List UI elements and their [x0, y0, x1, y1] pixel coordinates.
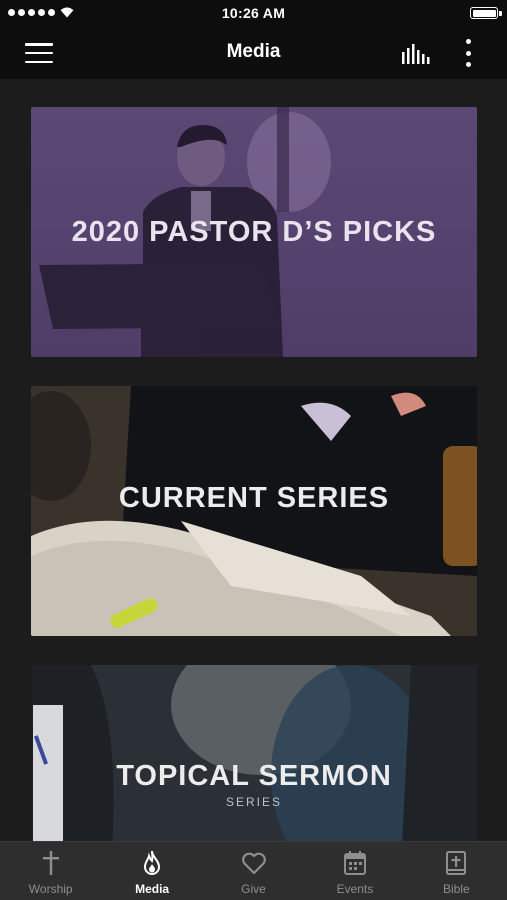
worship-crowd-image: [31, 665, 477, 841]
tab-give[interactable]: Give: [203, 842, 304, 900]
hamburger-menu-icon[interactable]: [25, 43, 53, 63]
nav-bar: Media: [0, 26, 507, 79]
battery-icon: [470, 7, 502, 19]
card-subtitle: SERIES: [225, 795, 282, 809]
media-card-topical-sermon[interactable]: TOPICAL SERMON SERIES: [31, 665, 477, 841]
tab-label: Media: [135, 882, 170, 896]
cross-icon: [42, 851, 59, 875]
tab-label: Give: [241, 882, 266, 896]
tab-label: Worship: [28, 882, 73, 896]
tab-events[interactable]: Events: [304, 842, 405, 900]
tab-label: Bible: [442, 882, 470, 896]
tab-media[interactable]: Media: [101, 842, 202, 900]
media-list: 2020 PASTOR D’S PICKS CURRENT SERIES TOP…: [0, 79, 507, 841]
status-bar: 10:26 AM: [0, 0, 507, 26]
bible-icon: [446, 851, 467, 875]
calendar-icon: [343, 851, 366, 875]
tab-worship[interactable]: Worship: [0, 842, 101, 900]
flame-icon: [144, 850, 161, 875]
media-card-pastor-picks[interactable]: 2020 PASTOR D’S PICKS: [31, 107, 477, 357]
tab-bible[interactable]: Bible: [406, 842, 507, 900]
card-title: CURRENT SERIES: [118, 482, 390, 514]
page-title: Media: [226, 41, 281, 62]
heart-icon: [241, 852, 266, 875]
audio-bars-icon[interactable]: [400, 42, 430, 66]
more-options-icon[interactable]: [460, 39, 476, 67]
card-title: TOPICAL SERMON: [116, 760, 392, 792]
media-card-current-series[interactable]: CURRENT SERIES: [31, 386, 477, 636]
bottom-tab-bar: Worship Media Give Events Bible: [0, 841, 507, 900]
tab-label: Events: [336, 882, 374, 896]
status-time: 10:26 AM: [221, 5, 286, 21]
card-title: 2020 PASTOR D’S PICKS: [71, 216, 437, 248]
